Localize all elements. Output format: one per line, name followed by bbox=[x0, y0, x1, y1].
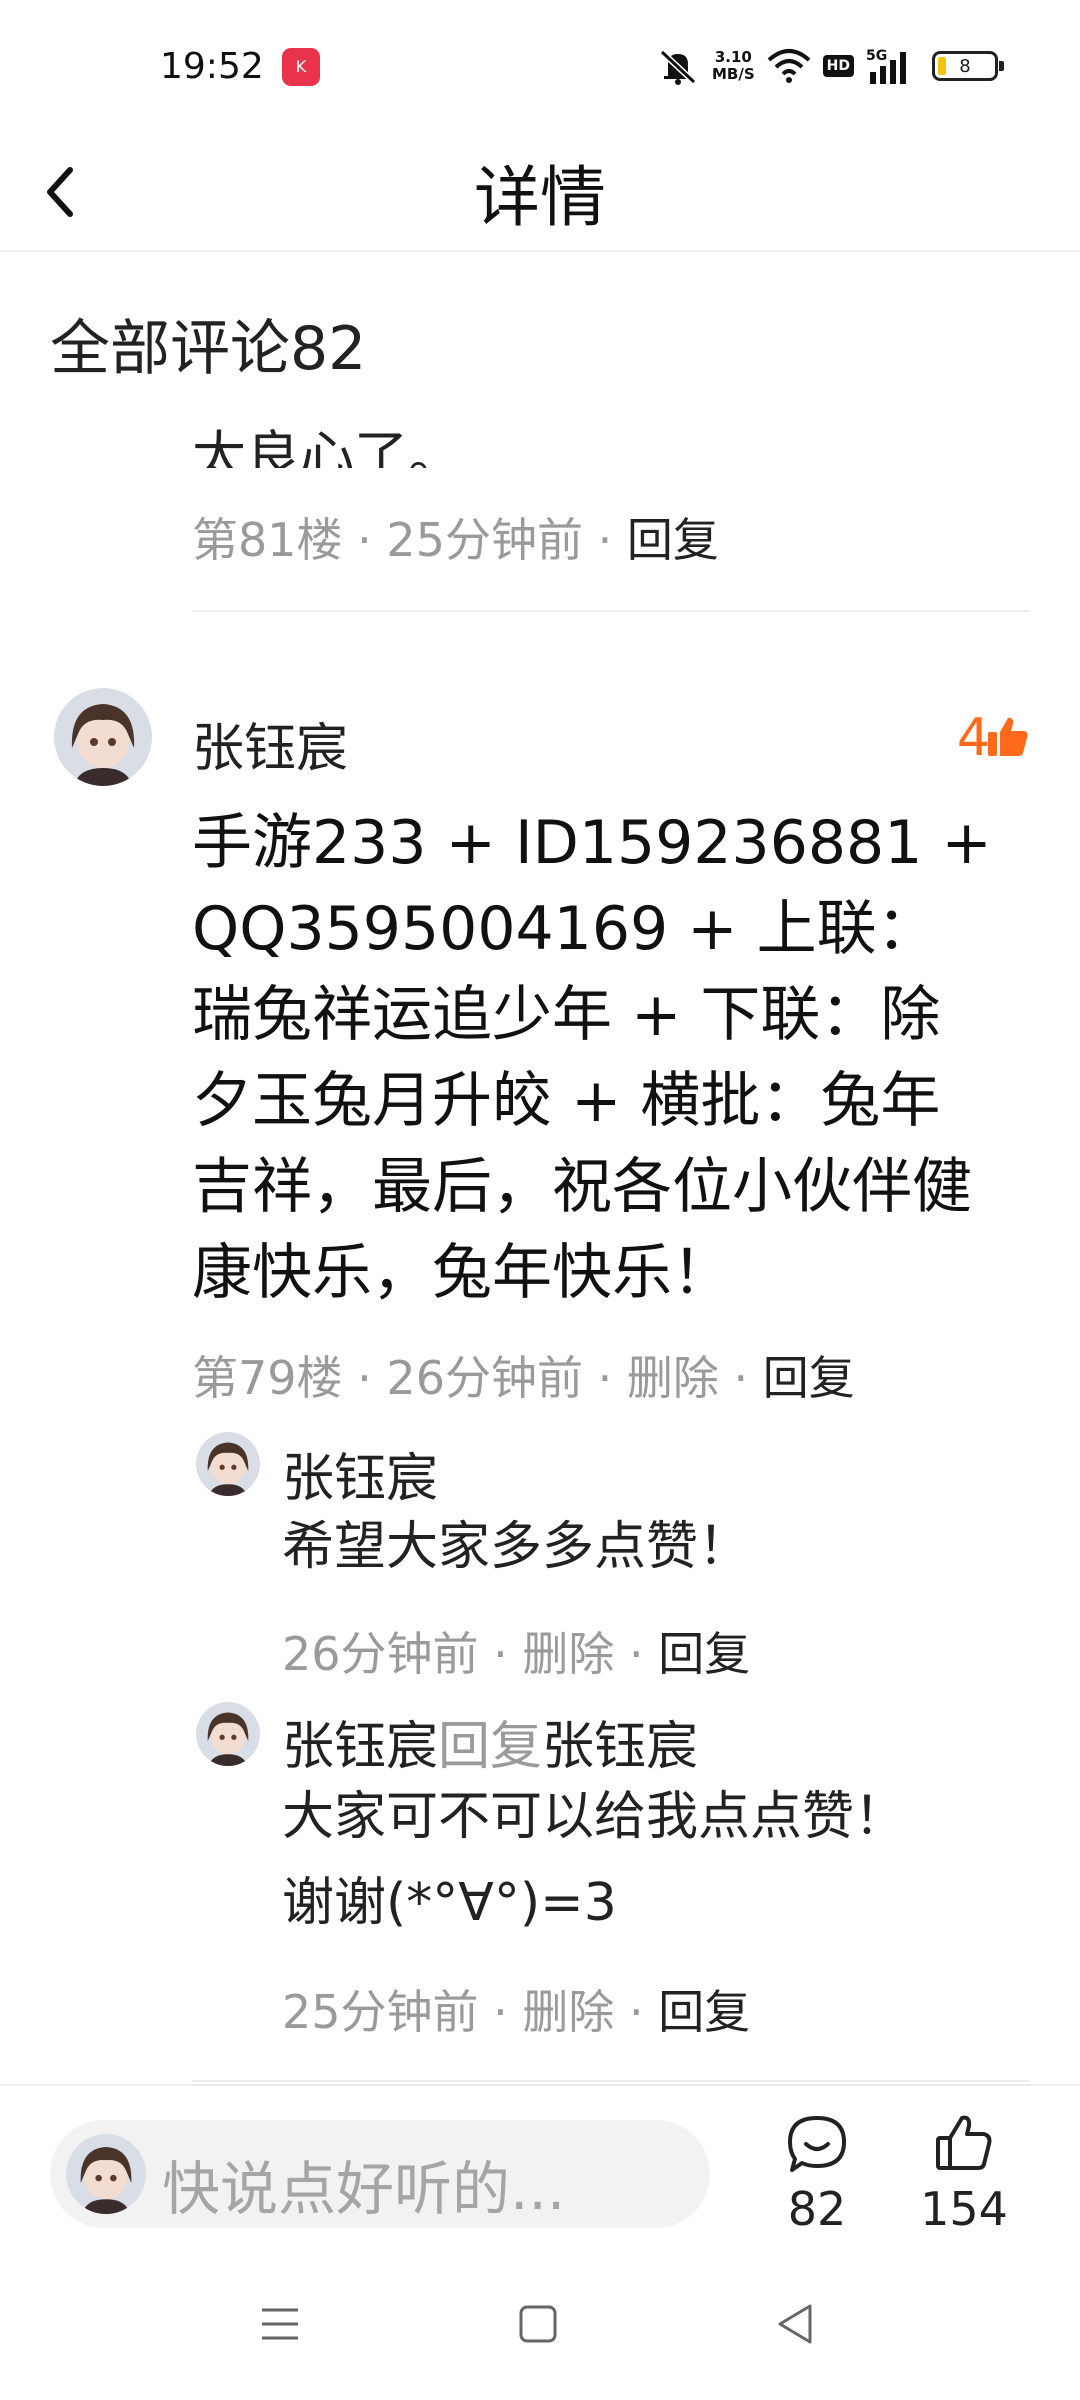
reply-button[interactable]: 回复 bbox=[658, 1985, 750, 2039]
menu-icon[interactable] bbox=[258, 2304, 302, 2344]
status-bar: 19:52 K 3.10 MB/S HD 5G 8 bbox=[0, 0, 1080, 130]
reply-target[interactable]: 张钰宸 bbox=[542, 1717, 698, 1777]
thumbs-up-icon[interactable] bbox=[986, 714, 1030, 758]
hd-icon: HD bbox=[822, 55, 854, 77]
avatar-image bbox=[196, 1432, 260, 1496]
bottom-action-bar: 快说点好听的... 82 154 bbox=[0, 2084, 1080, 2254]
wifi-icon bbox=[767, 49, 810, 83]
top-nav: 详情 bbox=[0, 130, 1080, 252]
floor-label: 第81楼 bbox=[192, 513, 343, 567]
reply-text: 大家可不可以给我点点赞！ bbox=[282, 1787, 907, 1847]
prev-comment-meta: 第81楼 · 25分钟前 · 回复 bbox=[192, 513, 719, 567]
quanmin-kge-app-icon: K bbox=[282, 48, 320, 86]
reply-text-line2: 谢谢(*°∀°)=3 bbox=[282, 1873, 617, 1933]
comment-input[interactable]: 快说点好听的... bbox=[50, 2120, 710, 2228]
delete-button[interactable]: 删除 bbox=[522, 1985, 614, 2039]
reply-author[interactable]: 张钰宸 bbox=[282, 1717, 438, 1777]
divider bbox=[192, 610, 1030, 612]
page-title: 详情 bbox=[474, 159, 606, 236]
comments-header: 全部评论82 bbox=[50, 314, 367, 384]
reply-button[interactable]: 回复 bbox=[627, 513, 719, 567]
avatar bbox=[66, 2134, 146, 2214]
system-nav-bar bbox=[0, 2254, 1080, 2400]
avatar-image bbox=[54, 688, 152, 786]
reply-meta: 25分钟前 · 删除 · 回复 bbox=[282, 1985, 751, 2039]
avatar-image bbox=[196, 1702, 260, 1766]
time-label: 25分钟前 bbox=[386, 513, 583, 567]
reply-text: 希望大家多多点赞！ bbox=[282, 1517, 751, 1577]
delete-button[interactable]: 删除 bbox=[522, 1627, 614, 1681]
network-speed: 3.10 MB/S bbox=[712, 48, 755, 83]
reply-author[interactable]: 张钰宸 bbox=[282, 1436, 438, 1511]
comment-body: 手游233 + ID159236881 + QQ3595004169 + 上联：… bbox=[192, 808, 992, 1308]
back-triangle-icon[interactable] bbox=[774, 2302, 816, 2346]
reply-meta: 26分钟前 · 删除 · 回复 bbox=[282, 1627, 751, 1681]
reply-word: 回复 bbox=[438, 1717, 543, 1777]
time-label: 25分钟前 bbox=[282, 1985, 479, 2039]
commenter-name[interactable]: 张钰宸 bbox=[192, 706, 348, 781]
reply-header: 张钰宸回复张钰宸 bbox=[282, 1704, 698, 1779]
input-placeholder: 快说点好听的... bbox=[162, 2155, 566, 2223]
clock: 19:52 bbox=[160, 46, 264, 87]
comment-bubble-icon bbox=[788, 2116, 846, 2172]
time-label: 26分钟前 bbox=[282, 1627, 479, 1681]
comment-count: 82 bbox=[787, 2182, 847, 2236]
delete-button[interactable]: 删除 bbox=[627, 1351, 719, 1405]
battery-icon: 8 bbox=[932, 51, 1004, 81]
prev-comment-text: 太良心了。 bbox=[192, 425, 462, 468]
like-total: 154 bbox=[920, 2182, 1008, 2236]
avatar[interactable] bbox=[196, 1702, 260, 1766]
reply-button[interactable]: 回复 bbox=[763, 1351, 855, 1405]
comment-meta: 第79楼 · 26分钟前 · 删除 · 回复 bbox=[192, 1351, 855, 1405]
time-label: 26分钟前 bbox=[386, 1351, 583, 1405]
avatar[interactable] bbox=[196, 1432, 260, 1496]
svg-text:5G: 5G bbox=[866, 48, 887, 64]
signal-5g-icon: 5G bbox=[866, 48, 906, 84]
avatar[interactable] bbox=[54, 688, 152, 786]
reply-button[interactable]: 回复 bbox=[658, 1627, 750, 1681]
divider bbox=[192, 2080, 1030, 2082]
mute-bell-icon bbox=[659, 49, 697, 85]
home-square-icon[interactable] bbox=[518, 2304, 558, 2344]
floor-label: 第79楼 bbox=[192, 1351, 343, 1405]
status-icons: 3.10 MB/S HD 5G 8 bbox=[656, 44, 1004, 88]
thumbs-up-outline-icon bbox=[936, 2115, 992, 2170]
avatar-image bbox=[66, 2134, 146, 2214]
